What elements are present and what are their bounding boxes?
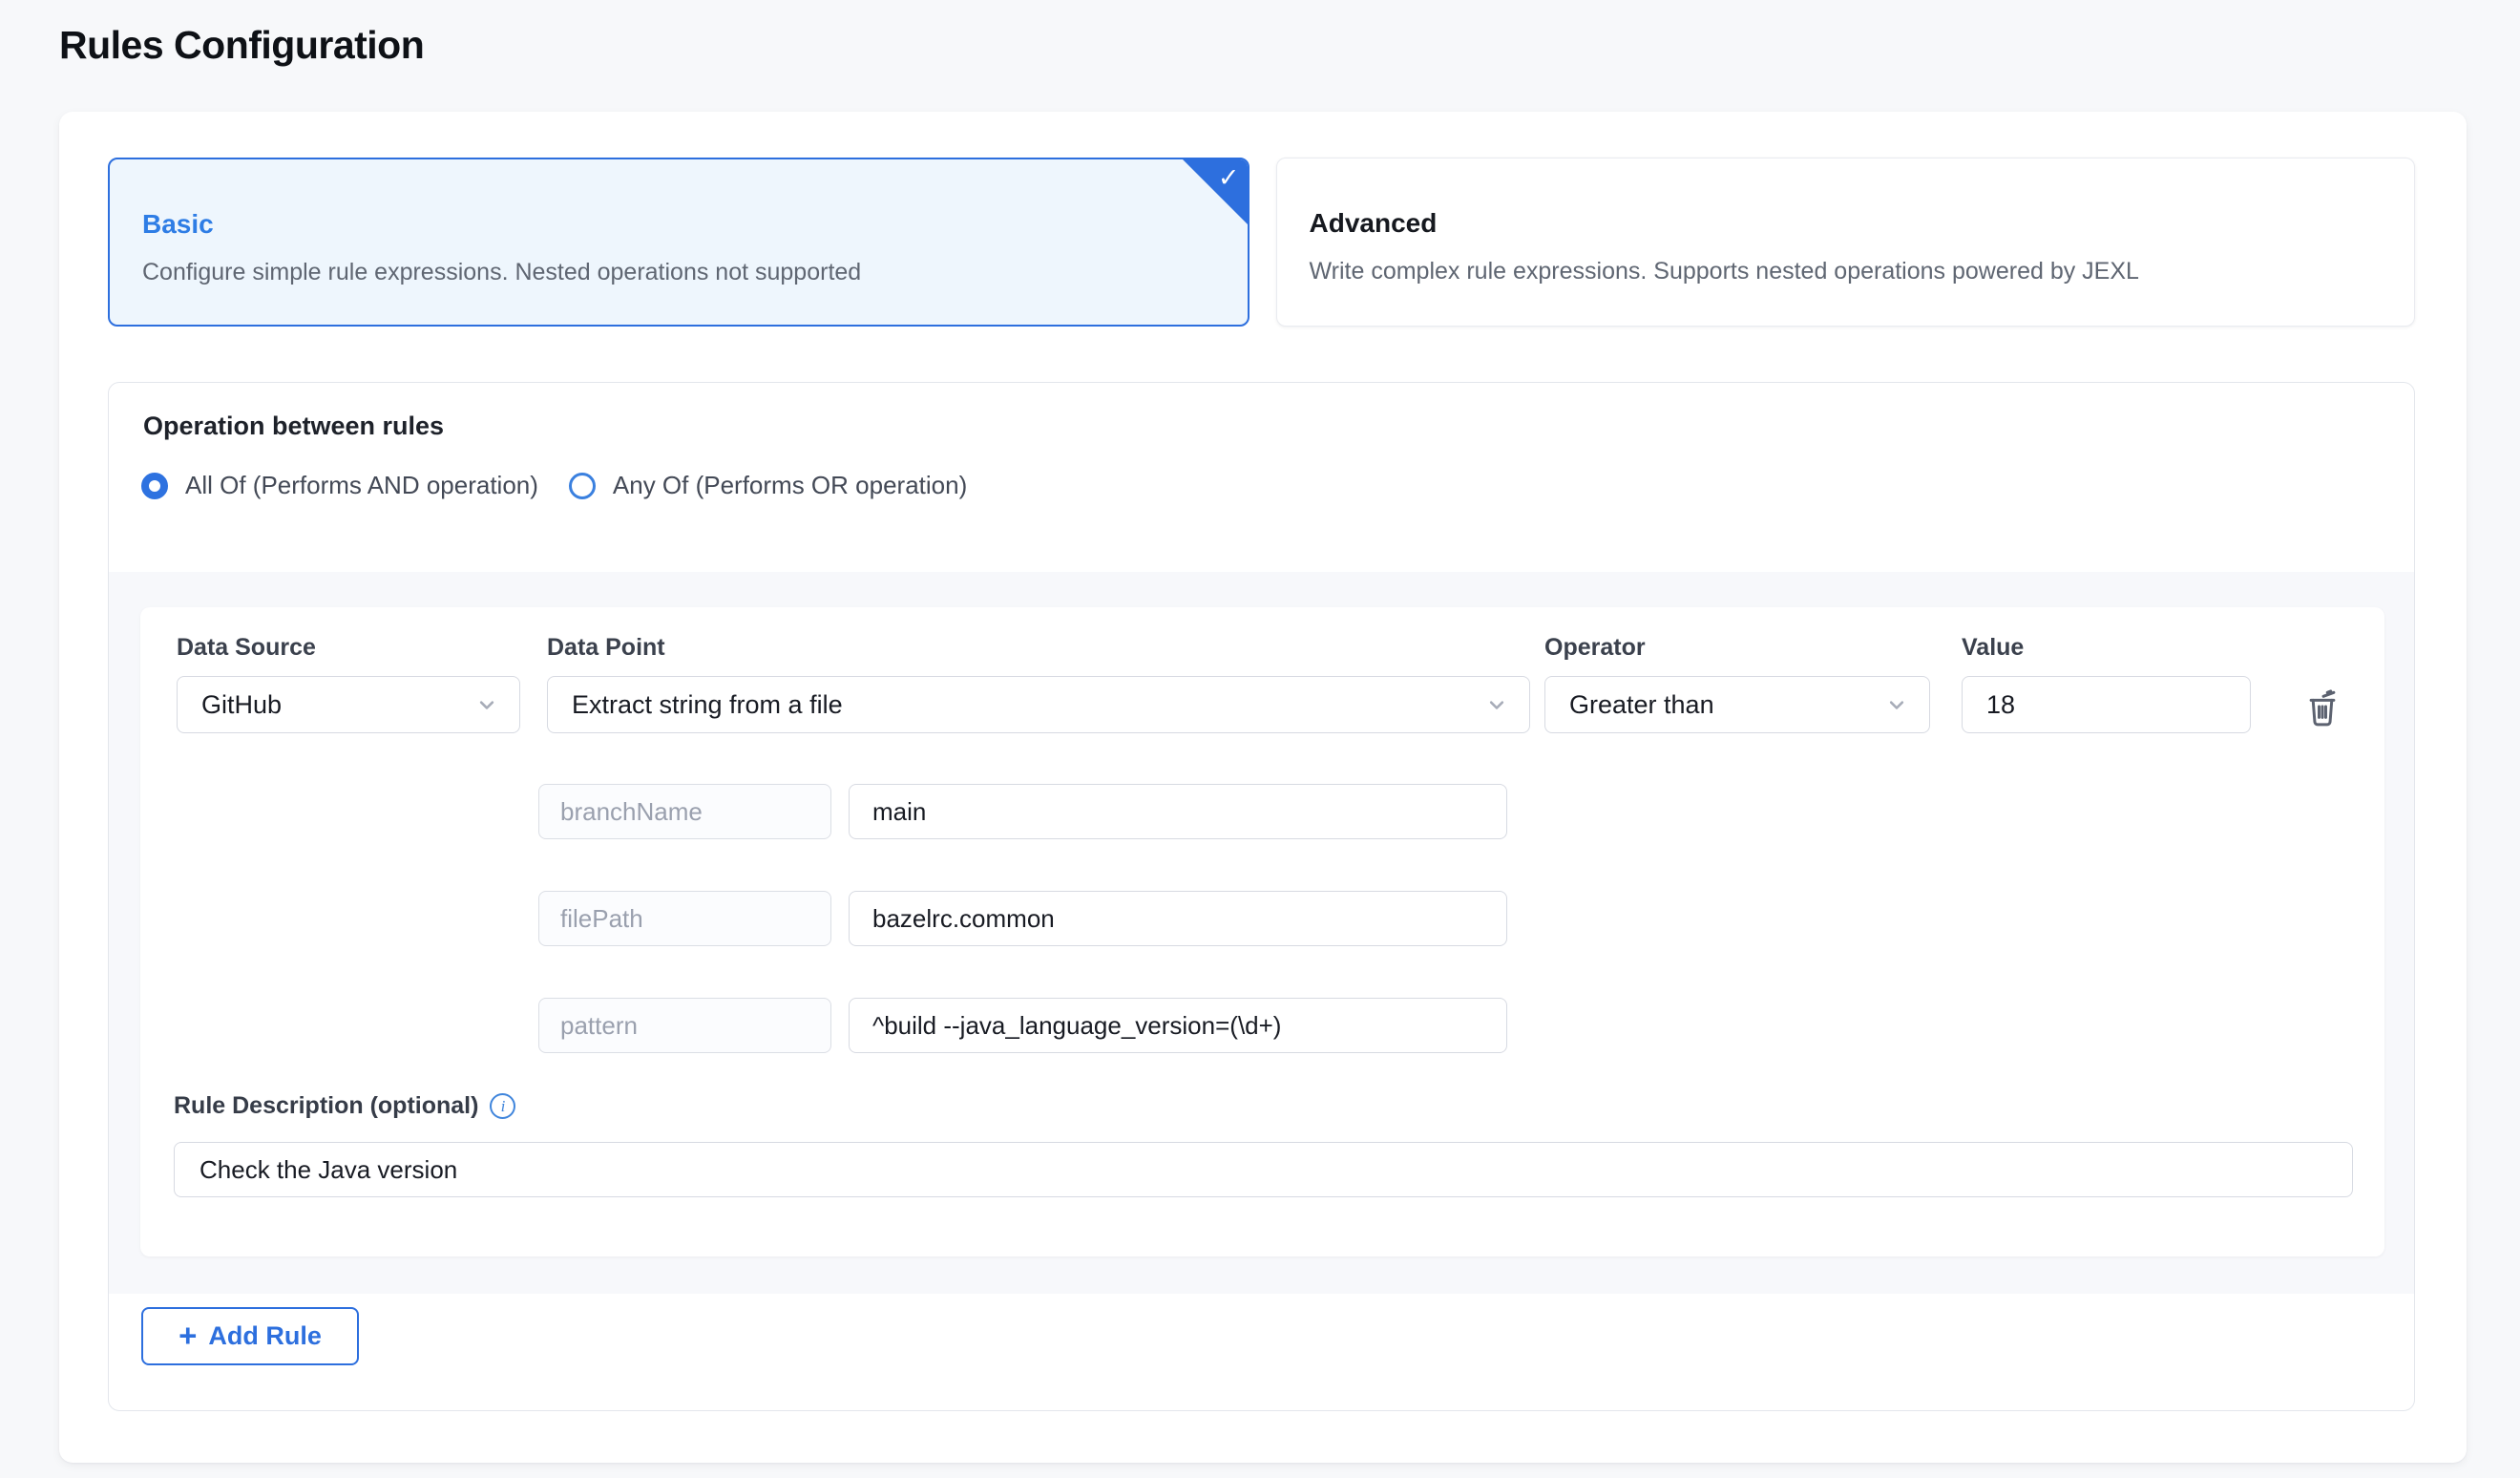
radio-selected-icon[interactable] (141, 473, 168, 499)
chevron-down-icon (473, 691, 500, 718)
param-key-field: branchName (538, 784, 831, 839)
info-icon[interactable]: i (490, 1093, 515, 1119)
rule-description-input[interactable] (174, 1142, 2353, 1197)
param-row-file-path: filePath (538, 891, 1507, 946)
radio-unselected-icon[interactable] (569, 473, 596, 499)
param-key-field: filePath (538, 891, 831, 946)
trash-icon (2302, 685, 2342, 728)
data-source-value: GitHub (201, 690, 282, 720)
param-key-field: pattern (538, 998, 831, 1053)
data-point-select[interactable]: Extract string from a file (547, 676, 1530, 733)
tab-advanced[interactable]: Advanced Write complex rule expressions.… (1276, 158, 2416, 327)
check-icon: ✓ (1218, 163, 1240, 193)
param-value-input[interactable] (849, 998, 1507, 1053)
rules-configuration-page: Rules Configuration ✓ Basic Configure si… (0, 0, 2520, 1478)
operation-radio-group: All Of (Performs AND operation) Any Of (… (141, 471, 967, 500)
operation-section-title: Operation between rules (143, 412, 444, 441)
chevron-down-icon (1883, 691, 1910, 718)
tab-basic-description: Configure simple rule expressions. Neste… (142, 259, 1215, 286)
tab-advanced-description: Write complex rule expressions. Supports… (1310, 258, 2383, 285)
add-rule-button[interactable]: + Add Rule (141, 1307, 359, 1365)
add-rule-button-label: Add Rule (208, 1321, 322, 1351)
rule-description-label: Rule Description (optional) (174, 1092, 478, 1120)
data-point-value: Extract string from a file (572, 690, 843, 720)
tab-basic[interactable]: ✓ Basic Configure simple rule expression… (108, 158, 1250, 327)
radio-any-of[interactable]: Any Of (Performs OR operation) (569, 471, 967, 500)
param-row-pattern: pattern (538, 998, 1507, 1053)
mode-tabs: ✓ Basic Configure simple rule expression… (108, 158, 2415, 327)
rules-panel: Operation between rules All Of (Performs… (108, 382, 2415, 1411)
plus-icon: + (178, 1320, 197, 1351)
operator-select[interactable]: Greater than (1544, 676, 1930, 733)
radio-any-of-label: Any Of (Performs OR operation) (613, 471, 967, 500)
rules-list-section: Data Source Data Point Operator Value Gi… (109, 572, 2414, 1294)
param-row-branch-name: branchName (538, 784, 1507, 839)
data-source-select[interactable]: GitHub (177, 676, 520, 733)
param-value-input[interactable] (849, 891, 1507, 946)
radio-all-of[interactable]: All Of (Performs AND operation) (141, 471, 538, 500)
value-input[interactable] (1962, 676, 2251, 733)
delete-rule-button[interactable] (2300, 684, 2345, 729)
operator-label: Operator (1544, 634, 1646, 662)
data-source-label: Data Source (177, 634, 316, 662)
data-point-label: Data Point (547, 634, 665, 662)
rule-card: Data Source Data Point Operator Value Gi… (140, 607, 2384, 1256)
tab-advanced-title: Advanced (1310, 208, 2383, 239)
value-label: Value (1962, 634, 2024, 662)
radio-all-of-label: All Of (Performs AND operation) (185, 471, 538, 500)
param-value-input[interactable] (849, 784, 1507, 839)
page-title: Rules Configuration (59, 23, 424, 68)
main-card: ✓ Basic Configure simple rule expression… (59, 112, 2467, 1463)
tab-basic-title: Basic (142, 209, 1215, 240)
chevron-down-icon (1483, 691, 1510, 718)
operator-value: Greater than (1569, 690, 1714, 720)
rule-description-label-row: Rule Description (optional) i (174, 1092, 515, 1120)
